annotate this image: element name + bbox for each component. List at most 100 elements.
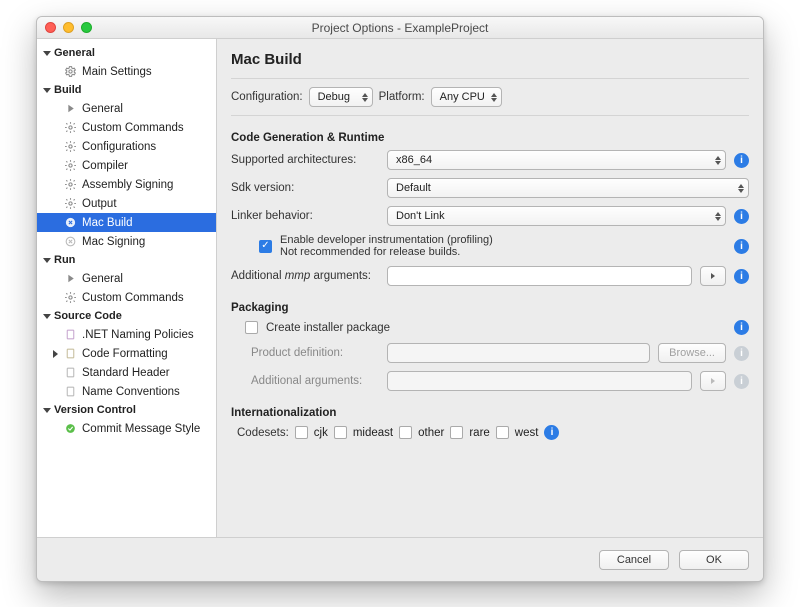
info-icon[interactable]: i [734, 320, 749, 335]
codeset-cjk-checkbox[interactable] [295, 426, 308, 439]
info-icon: i [734, 374, 749, 389]
doc-icon [63, 385, 77, 399]
sdk-version-label: Sdk version: [231, 182, 379, 194]
sidebar-group-general[interactable]: General [37, 44, 216, 62]
additional-arguments-expand-button [700, 371, 726, 391]
sidebar-group-run[interactable]: Run [37, 251, 216, 269]
sidebar-item-label: Custom Commands [82, 292, 184, 304]
mmp-expand-button[interactable] [700, 266, 726, 286]
chevron-right-icon [711, 273, 715, 279]
sidebar-group-label: Run [54, 254, 75, 266]
architectures-dropdown[interactable]: x86_64 [387, 150, 726, 170]
sidebar-item-label: Standard Header [82, 367, 170, 379]
dropdown-value: x86_64 [396, 154, 432, 166]
updown-icon [738, 184, 744, 193]
updown-icon [491, 93, 497, 102]
sidebar-item-custom-commands[interactable]: Custom Commands [37, 118, 216, 137]
cancel-button[interactable]: Cancel [599, 550, 669, 570]
doc-icon [63, 347, 77, 361]
sidebar-item-label: Configurations [82, 141, 156, 153]
sidebar-item-label: General [82, 273, 123, 285]
sidebar-item-assembly-signing[interactable]: Assembly Signing [37, 175, 216, 194]
codeset-rare-checkbox[interactable] [450, 426, 463, 439]
sidebar-item-mac-build[interactable]: Mac Build [37, 213, 216, 232]
circle-x-grey-icon [63, 235, 77, 249]
chevron-down-icon [43, 314, 51, 319]
ok-button[interactable]: OK [679, 550, 749, 570]
sdk-version-dropdown[interactable]: Default [387, 178, 749, 198]
sidebar-item-mac-signing[interactable]: Mac Signing [37, 232, 216, 251]
gear-icon [63, 121, 77, 135]
dropdown-value: Default [396, 182, 431, 194]
sidebar-item-commit-message-style[interactable]: Commit Message Style [37, 419, 216, 438]
sidebar-item-label: Mac Signing [82, 236, 145, 248]
divider [231, 78, 749, 79]
project-options-window: Project Options - ExampleProject General… [36, 16, 764, 582]
chevron-down-icon [43, 408, 51, 413]
additional-arguments-label: Additional arguments: [251, 375, 379, 387]
sidebar-item-build-general[interactable]: General [37, 99, 216, 118]
product-definition-input [387, 343, 650, 363]
circle-x-icon [63, 216, 77, 230]
sidebar-item-label: Assembly Signing [82, 179, 173, 191]
sidebar-item-label: Commit Message Style [82, 423, 200, 435]
info-icon[interactable]: i [734, 153, 749, 168]
sidebar-item-naming-policies[interactable]: .NET Naming Policies [37, 325, 216, 344]
mmp-arguments-label: Additional mmp arguments: [231, 270, 379, 282]
sidebar-item-run-custom-commands[interactable]: Custom Commands [37, 288, 216, 307]
info-icon[interactable]: i [734, 269, 749, 284]
sidebar-item-name-conventions[interactable]: Name Conventions [37, 382, 216, 401]
titlebar: Project Options - ExampleProject [37, 17, 763, 39]
codeset-mideast-label: mideast [353, 427, 393, 439]
info-icon: i [734, 346, 749, 361]
platform-label: Platform: [379, 91, 425, 103]
sidebar-item-label: Compiler [82, 160, 128, 172]
platform-dropdown[interactable]: Any CPU [431, 87, 502, 107]
additional-arguments-input [387, 371, 692, 391]
info-icon[interactable]: i [734, 209, 749, 224]
sidebar: General Main Settings Build General [37, 39, 217, 537]
gear-icon [63, 197, 77, 211]
info-icon[interactable]: i [544, 425, 559, 440]
configuration-dropdown[interactable]: Debug [309, 87, 373, 107]
sidebar-group-source-code[interactable]: Source Code [37, 307, 216, 325]
section-packaging-title: Packaging [231, 302, 749, 314]
codesets-label: Codesets: [237, 427, 289, 439]
play-icon [63, 102, 77, 116]
chevron-down-icon [43, 258, 51, 263]
codeset-other-label: other [418, 427, 444, 439]
sidebar-item-label: Code Formatting [82, 348, 168, 360]
create-installer-checkbox[interactable] [245, 321, 258, 334]
gear-icon [63, 140, 77, 154]
chevron-down-icon [43, 51, 51, 56]
codeset-west-checkbox[interactable] [496, 426, 509, 439]
doc-icon [63, 328, 77, 342]
chevron-right-icon [711, 378, 715, 384]
architectures-label: Supported architectures: [231, 154, 379, 166]
sidebar-item-code-formatting[interactable]: Code Formatting [37, 344, 216, 363]
sidebar-group-version-control[interactable]: Version Control [37, 401, 216, 419]
doc-icon [63, 366, 77, 380]
sidebar-item-run-general[interactable]: General [37, 269, 216, 288]
sidebar-item-label: Custom Commands [82, 122, 184, 134]
sidebar-item-configurations[interactable]: Configurations [37, 137, 216, 156]
gear-icon [63, 291, 77, 305]
info-icon[interactable]: i [734, 239, 749, 254]
codeset-cjk-label: cjk [314, 427, 328, 439]
sidebar-item-compiler[interactable]: Compiler [37, 156, 216, 175]
product-definition-label: Product definition: [251, 347, 379, 359]
sidebar-group-label: Source Code [54, 310, 122, 322]
play-icon [63, 272, 77, 286]
browse-button: Browse... [658, 343, 726, 363]
gear-icon [63, 159, 77, 173]
sidebar-item-output[interactable]: Output [37, 194, 216, 213]
sidebar-item-standard-header[interactable]: Standard Header [37, 363, 216, 382]
sidebar-group-build[interactable]: Build [37, 81, 216, 99]
mmp-arguments-input[interactable] [387, 266, 692, 286]
codeset-other-checkbox[interactable] [399, 426, 412, 439]
codeset-mideast-checkbox[interactable] [334, 426, 347, 439]
profiling-checkbox[interactable] [259, 240, 272, 253]
sidebar-item-main-settings[interactable]: Main Settings [37, 62, 216, 81]
linker-behavior-dropdown[interactable]: Don't Link [387, 206, 726, 226]
configuration-label: Configuration: [231, 91, 303, 103]
